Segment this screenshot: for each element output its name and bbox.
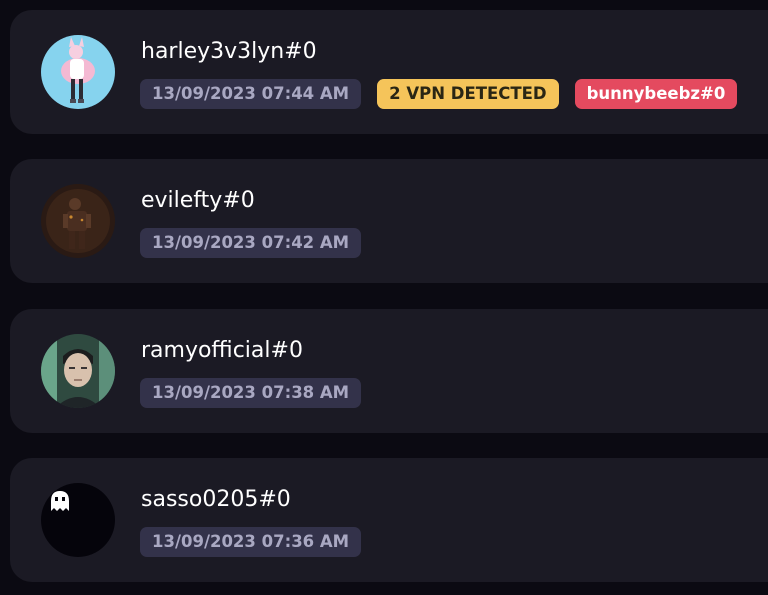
avatar[interactable] [41,334,115,408]
avatar[interactable] [41,35,115,109]
avatar[interactable] [41,483,115,557]
timestamp-badge: 13/09/2023 07:38 AM [140,378,362,408]
user-card[interactable]: evilefty#0 13/09/2023 07:42 AM [10,159,768,283]
timestamp-badge: 13/09/2023 07:44 AM [140,79,362,109]
tag-row: 13/09/2023 07:36 AM [140,527,362,557]
user-card[interactable]: ramyofficial#0 13/09/2023 07:38 AM [10,309,768,433]
username[interactable]: harley3v3lyn#0 [141,38,317,66]
tag-row: 13/09/2023 07:42 AM [140,228,362,258]
username[interactable]: sasso0205#0 [141,486,291,514]
vpn-detected-badge[interactable]: 2 VPN DETECTED [377,79,559,109]
ghost-icon-avatar-icon [41,483,115,557]
timestamp-badge: 13/09/2023 07:42 AM [140,228,362,258]
portrait-avatar-icon [41,334,115,408]
user-log-list: harley3v3lyn#0 13/09/2023 07:44 AM 2 VPN… [0,0,768,595]
user-card[interactable]: sasso0205#0 13/09/2023 07:36 AM [10,458,768,582]
user-card[interactable]: harley3v3lyn#0 13/09/2023 07:44 AM 2 VPN… [10,10,768,134]
tag-row: 13/09/2023 07:38 AM [140,378,362,408]
avatar[interactable] [41,184,115,258]
anime-character-avatar-icon [41,35,115,109]
username[interactable]: ramyofficial#0 [141,337,303,365]
tag-row: 13/09/2023 07:44 AM 2 VPN DETECTED bunny… [140,79,738,109]
username[interactable]: evilefty#0 [141,187,255,215]
linked-account-badge[interactable]: bunnybeebz#0 [574,79,738,109]
timestamp-badge: 13/09/2023 07:36 AM [140,527,362,557]
dark-figure-avatar-icon [41,184,115,258]
